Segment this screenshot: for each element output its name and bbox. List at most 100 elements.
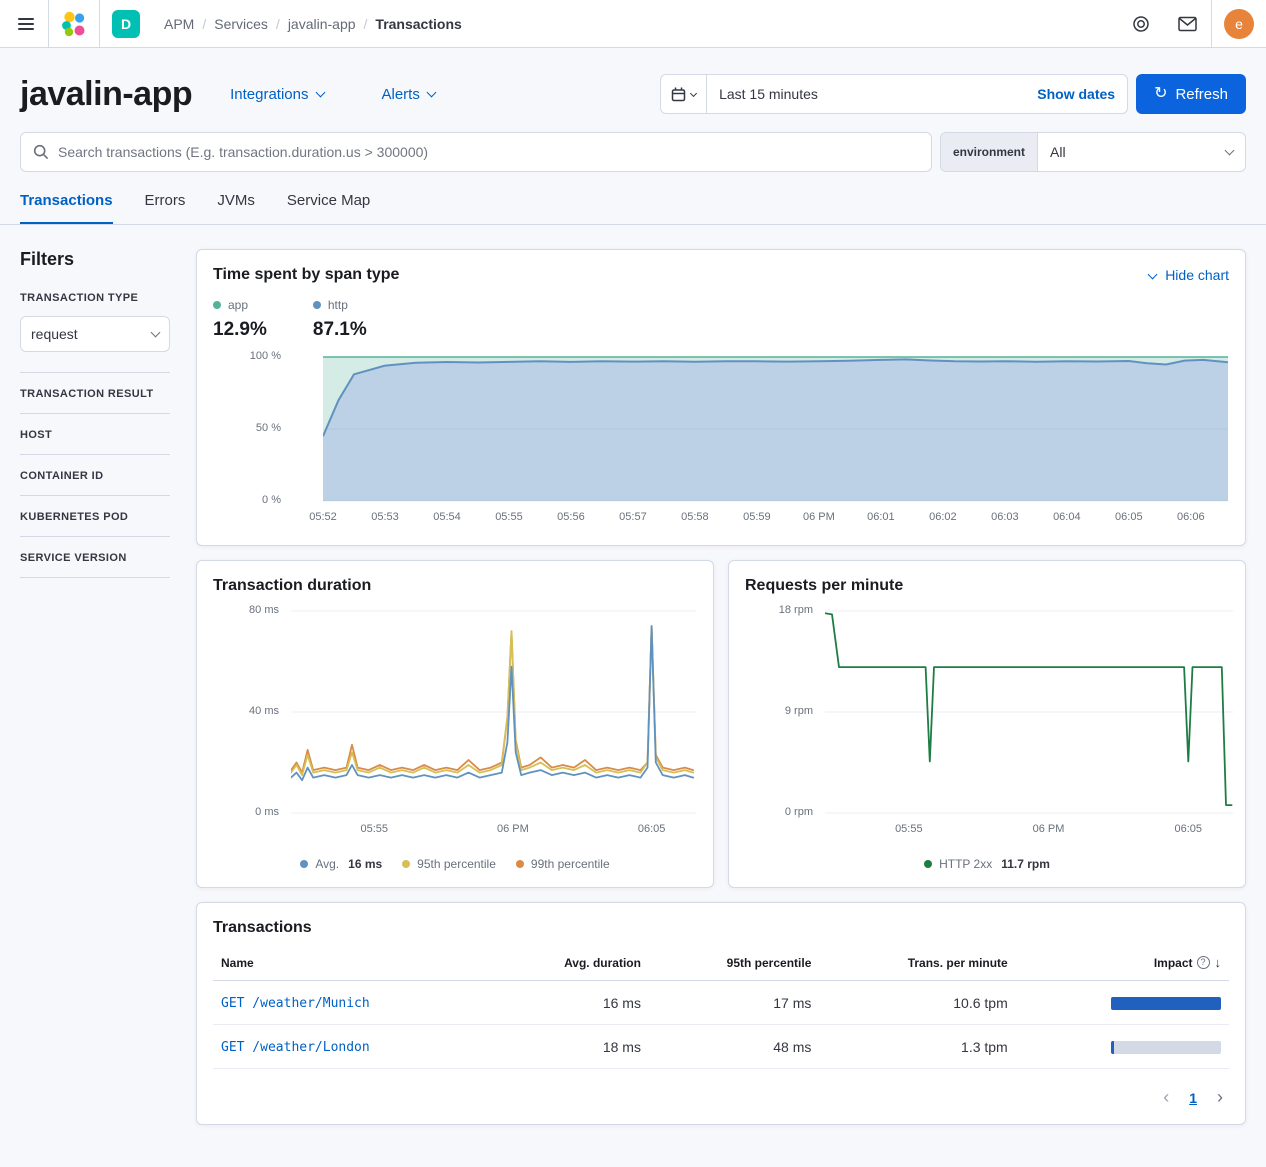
search-input[interactable] bbox=[58, 144, 919, 160]
x-axis-tick-label: 06 PM bbox=[481, 823, 545, 835]
user-avatar[interactable]: e bbox=[1224, 9, 1254, 39]
help-icon bbox=[1132, 15, 1150, 33]
legend-item-http: http bbox=[313, 298, 367, 312]
search-box bbox=[20, 132, 932, 172]
breadcrumb-apm[interactable]: APM bbox=[164, 16, 194, 32]
previous-page-button[interactable]: ‹ bbox=[1163, 1087, 1169, 1108]
pagination: ‹ 1 › bbox=[213, 1087, 1229, 1108]
transaction-duration-title: Transaction duration bbox=[213, 577, 371, 594]
impact-help-icon[interactable]: ? bbox=[1197, 956, 1210, 969]
page-number[interactable]: 1 bbox=[1189, 1090, 1197, 1106]
show-dates-link[interactable]: Show dates bbox=[1025, 86, 1127, 102]
y-axis-tick-label: 0 % bbox=[213, 494, 281, 506]
breadcrumb-separator: / bbox=[276, 16, 280, 32]
transaction-type-select[interactable]: request bbox=[20, 316, 170, 352]
hide-chart-link[interactable]: Hide chart bbox=[1149, 267, 1229, 283]
transaction-duration-legend: Avg. 16 ms 95th percentile 99th percenti… bbox=[213, 857, 697, 871]
main-content: Time spent by span type Hide chart app 1… bbox=[196, 249, 1246, 1125]
avg-legend-dot bbox=[300, 860, 308, 868]
http-2xx-legend-dot bbox=[924, 860, 932, 868]
next-page-button[interactable]: › bbox=[1217, 1087, 1223, 1108]
chevron-down-icon bbox=[1148, 269, 1158, 279]
filter-section-kubernetes-pod[interactable]: KUBERNETES POD bbox=[20, 496, 170, 537]
span-type-chart: 100 %50 %0 %05:5205:5305:5405:5505:5605:… bbox=[213, 355, 1228, 529]
breadcrumb: APM / Services / javalin-app / Transacti… bbox=[164, 16, 462, 32]
impact-bar bbox=[1111, 1041, 1221, 1054]
metric-value: 18 ms bbox=[492, 1025, 649, 1069]
chevron-down-icon bbox=[1225, 145, 1235, 155]
transaction-duration-card: Transaction duration 80 ms40 ms0 ms05:55… bbox=[196, 560, 714, 888]
table-row: GET /weather/London18 ms48 ms1.3 tpm bbox=[213, 1025, 1229, 1069]
y-axis-tick-label: 0 rpm bbox=[745, 806, 813, 818]
alerts-menu[interactable]: Alerts bbox=[382, 86, 435, 103]
column-header-avg-duration[interactable]: Avg. duration bbox=[492, 945, 649, 981]
tab-jvms[interactable]: JVMs bbox=[217, 192, 255, 224]
breadcrumb-service[interactable]: javalin-app bbox=[288, 16, 356, 32]
x-axis-tick-label: 05:58 bbox=[663, 511, 727, 523]
x-axis-tick-label: 06:02 bbox=[911, 511, 975, 523]
notifications-button[interactable] bbox=[1164, 0, 1211, 48]
hamburger-icon bbox=[18, 23, 34, 25]
x-axis-tick-label: 06:01 bbox=[849, 511, 913, 523]
calendar-dropdown-button[interactable] bbox=[661, 75, 707, 113]
sort-desc-icon: ↓ bbox=[1215, 955, 1222, 970]
integrations-menu[interactable]: Integrations bbox=[230, 86, 323, 103]
help-button[interactable] bbox=[1118, 0, 1164, 48]
transactions-table-card: Transactions Name Avg. duration 95th per… bbox=[196, 902, 1246, 1125]
requests-per-minute-chart: 18 rpm9 rpm0 rpm05:5506 PM06:05 bbox=[745, 609, 1233, 841]
elastic-logo-icon bbox=[61, 11, 87, 37]
legend-item-avg: Avg. 16 ms bbox=[300, 857, 382, 871]
filters-panel: Filters TRANSACTION TYPE request TRANSAC… bbox=[20, 249, 170, 1125]
table-row: GET /weather/Munich16 ms17 ms10.6 tpm bbox=[213, 981, 1229, 1025]
chevron-down-icon bbox=[151, 327, 161, 337]
deployment-badge[interactable]: D bbox=[112, 10, 140, 38]
transactions-table: Name Avg. duration 95th percentile Trans… bbox=[213, 945, 1229, 1069]
column-header-95th-percentile[interactable]: 95th percentile bbox=[649, 945, 819, 981]
x-axis-tick-label: 05:55 bbox=[477, 511, 541, 523]
requests-per-minute-card: Requests per minute 18 rpm9 rpm0 rpm05:5… bbox=[728, 560, 1246, 888]
filter-section-host[interactable]: HOST bbox=[20, 414, 170, 455]
transaction-link[interactable]: GET /weather/Munich bbox=[221, 996, 370, 1011]
column-header-impact[interactable]: Impact?↓ bbox=[1016, 945, 1229, 981]
environment-filter: environment All bbox=[940, 132, 1246, 172]
y-axis-tick-label: 40 ms bbox=[213, 705, 279, 717]
filter-section-container-id[interactable]: CONTAINER ID bbox=[20, 455, 170, 496]
x-axis-tick-label: 05:55 bbox=[342, 823, 406, 835]
legend-item-app: app bbox=[213, 298, 267, 312]
x-axis-tick-label: 05:57 bbox=[601, 511, 665, 523]
refresh-button[interactable]: ↻ Refresh bbox=[1136, 74, 1246, 114]
y-axis-tick-label: 80 ms bbox=[213, 604, 279, 616]
tab-bar: Transactions Errors JVMs Service Map bbox=[0, 172, 1266, 225]
filter-section-service-version[interactable]: SERVICE VERSION bbox=[20, 537, 170, 578]
transaction-link[interactable]: GET /weather/London bbox=[221, 1040, 370, 1055]
tab-service-map[interactable]: Service Map bbox=[287, 192, 370, 224]
http-percentage: 87.1% bbox=[313, 319, 367, 341]
filters-title: Filters bbox=[20, 249, 170, 270]
x-axis-tick-label: 05:53 bbox=[353, 511, 417, 523]
chevron-down-icon bbox=[690, 89, 697, 96]
breadcrumb-services[interactable]: Services bbox=[214, 16, 268, 32]
transaction-duration-chart: 80 ms40 ms0 ms05:5506 PM06:05 bbox=[213, 609, 696, 841]
chevron-down-icon bbox=[426, 87, 436, 97]
environment-select[interactable]: All bbox=[1038, 133, 1245, 171]
x-axis-tick-label: 06 PM bbox=[1017, 823, 1081, 835]
metric-value: 1.3 tpm bbox=[819, 1025, 1015, 1069]
breadcrumb-separator: / bbox=[364, 16, 368, 32]
legend-item-p99: 99th percentile bbox=[516, 857, 610, 871]
x-axis-tick-label: 06:05 bbox=[1156, 823, 1220, 835]
x-axis-tick-label: 05:56 bbox=[539, 511, 603, 523]
x-axis-tick-label: 06:06 bbox=[1159, 511, 1223, 523]
tab-errors[interactable]: Errors bbox=[145, 192, 186, 224]
envelope-icon bbox=[1178, 16, 1197, 32]
time-range-value[interactable]: Last 15 minutes bbox=[707, 86, 830, 102]
menu-button[interactable] bbox=[4, 0, 48, 48]
column-header-name[interactable]: Name bbox=[213, 945, 492, 981]
transactions-table-title: Transactions bbox=[213, 919, 312, 936]
environment-label: environment bbox=[941, 133, 1038, 171]
breadcrumb-current: Transactions bbox=[375, 16, 461, 32]
filter-section-transaction-result[interactable]: TRANSACTION RESULT bbox=[20, 373, 170, 414]
filter-sections: TRANSACTION RESULTHOSTCONTAINER IDKUBERN… bbox=[20, 372, 170, 578]
column-header-trans-per-minute[interactable]: Trans. per minute bbox=[819, 945, 1015, 981]
elastic-logo[interactable] bbox=[49, 0, 99, 48]
tab-transactions[interactable]: Transactions bbox=[20, 192, 113, 224]
